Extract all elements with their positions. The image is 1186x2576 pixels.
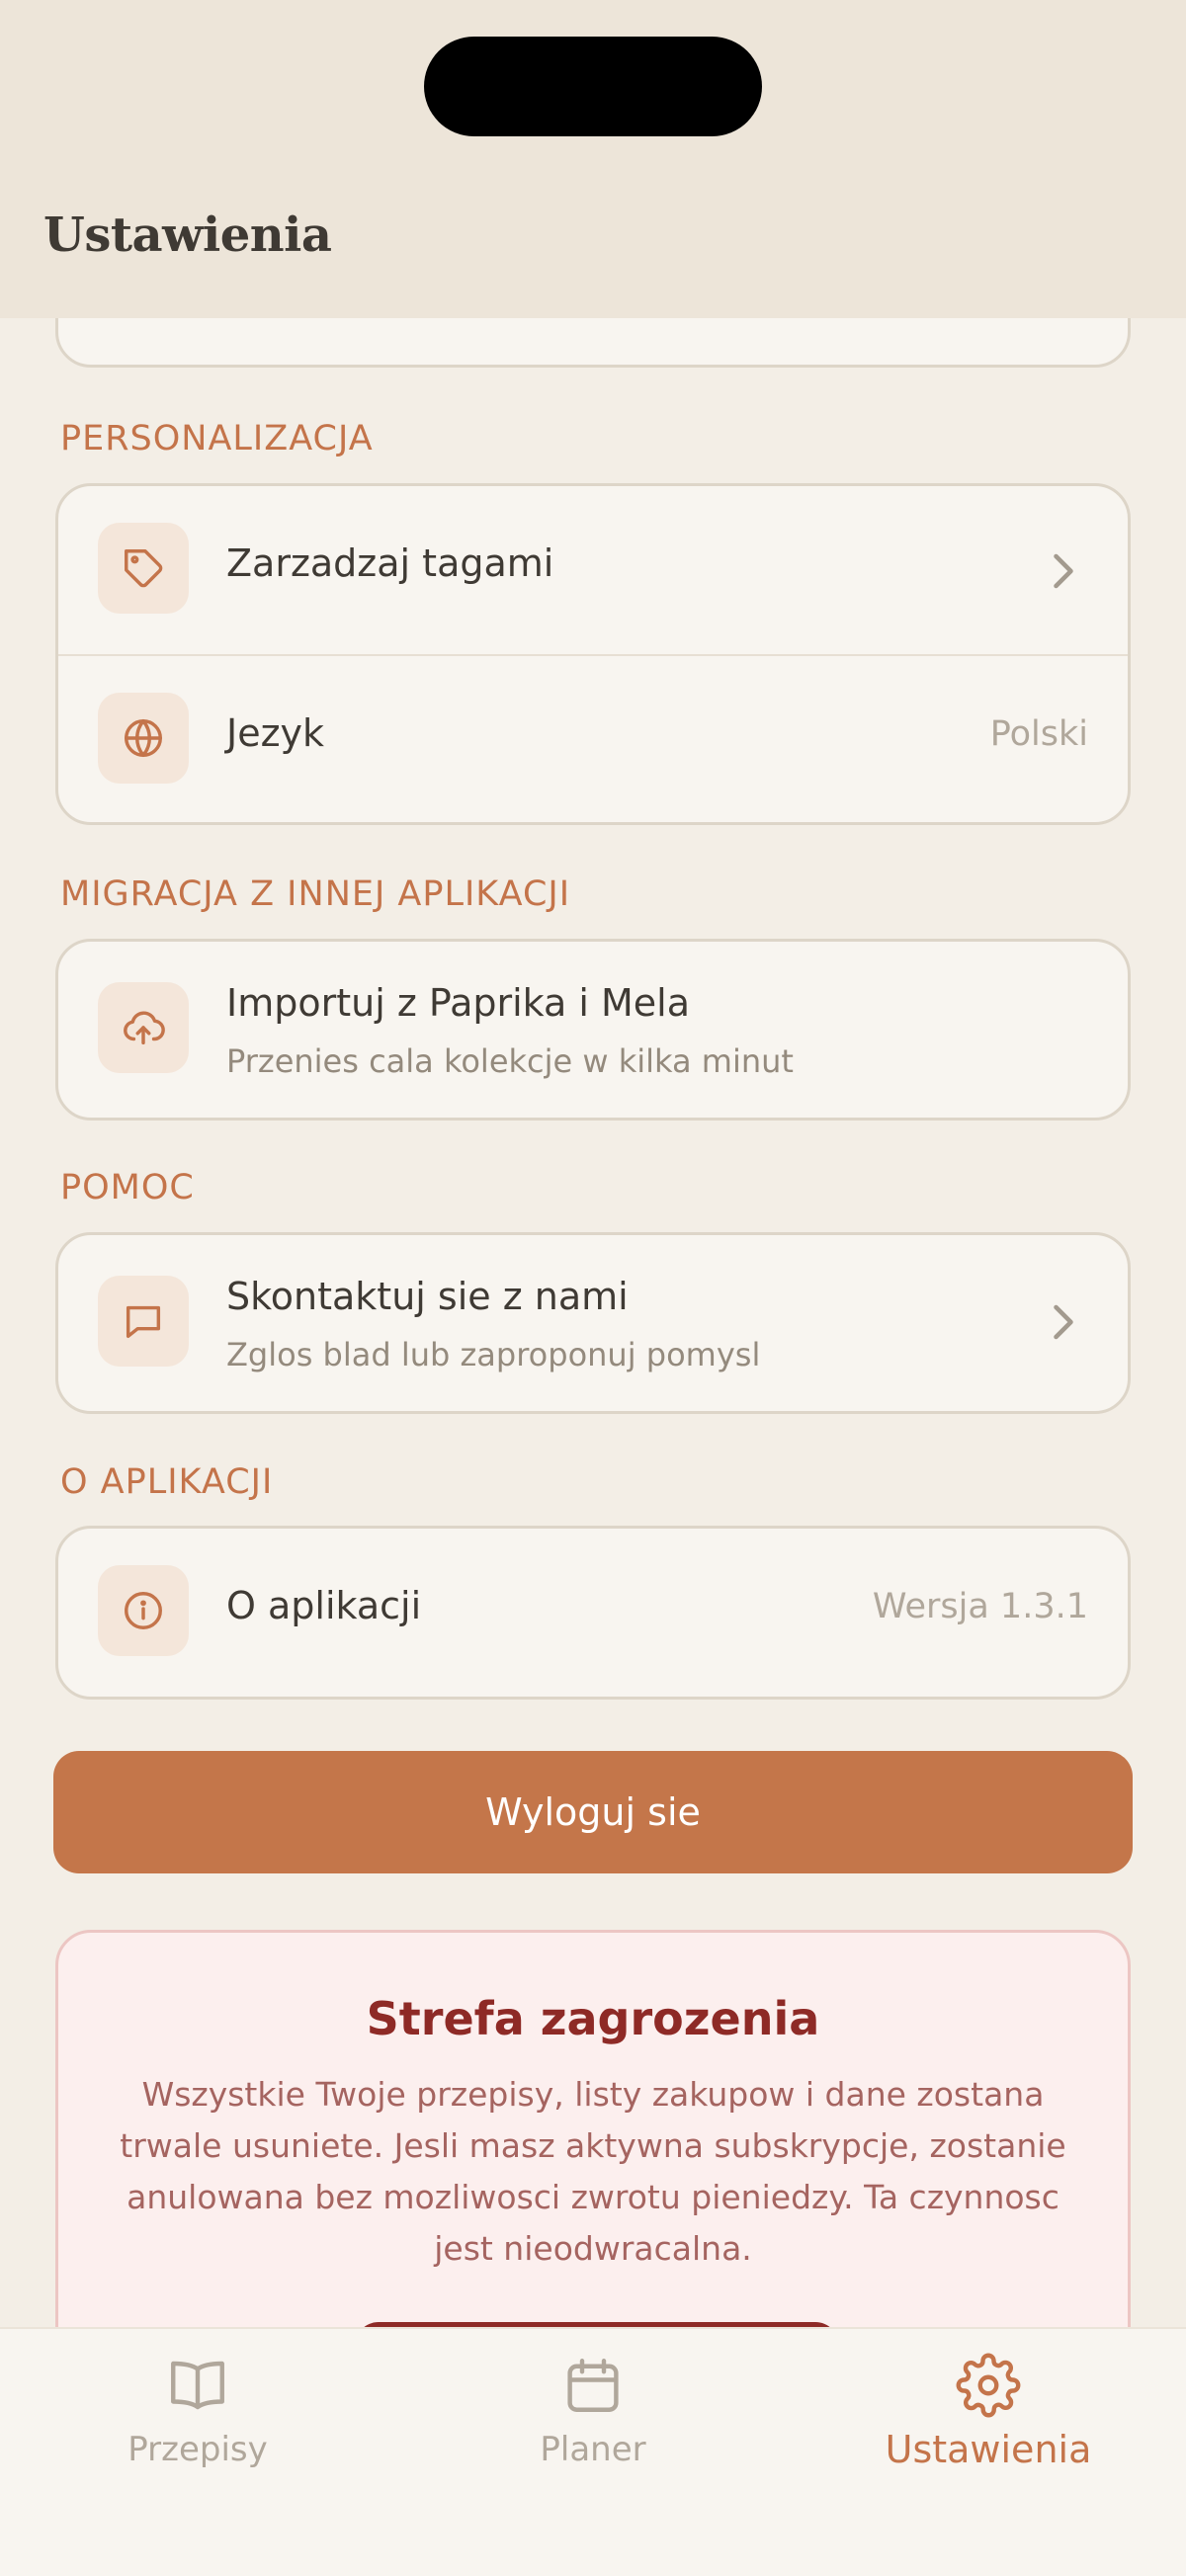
cloud-upload-icon (98, 982, 189, 1073)
calendar-icon (567, 2359, 619, 2412)
logout-button[interactable]: Wyloguj sie (53, 1751, 1133, 1873)
danger-zone-text: Wszystkie Twoje przepisy, listy zakupow … (120, 2075, 1066, 2268)
manage-tags-row[interactable]: Zarzadzaj tagami (58, 486, 1128, 654)
settings-scroll-content[interactable]: PERSONALIZACJA Zarzadzaj tagami Jezyk Po… (0, 0, 1186, 2576)
tag-icon (98, 523, 189, 614)
book-icon (171, 2361, 224, 2410)
contact-row[interactable]: Skontaktuj sie z nami Zglos blad lub zap… (58, 1235, 1128, 1411)
gear-icon (956, 2353, 1021, 2418)
import-subtitle: Przenies cala kolekcje w kilka minut (226, 1042, 794, 1080)
migration-card: Importuj z Paprika i Mela Przenies cala … (55, 939, 1131, 1121)
language-row[interactable]: Jezyk Polski (58, 654, 1128, 822)
section-label-about: O APLIKACJI (60, 1462, 274, 1502)
info-icon (98, 1565, 189, 1656)
about-title: O aplikacji (226, 1584, 422, 1627)
danger-zone-title: Strefa zagrozenia (366, 1992, 820, 2045)
globe-icon (98, 693, 189, 784)
help-card: Skontaktuj sie z nami Zglos blad lub zap… (55, 1232, 1131, 1414)
tab-planner[interactable]: Planer (395, 2329, 791, 2487)
version-value: Wersja 1.3.1 (872, 1587, 1088, 1626)
personalization-card: Zarzadzaj tagami Jezyk Polski (55, 483, 1131, 825)
about-card: O aplikacji Wersja 1.3.1 (55, 1526, 1131, 1700)
about-row[interactable]: O aplikacji Wersja 1.3.1 (58, 1529, 1128, 1697)
section-label-migration: MIGRACJA Z INNEJ APLIKACJI (60, 874, 571, 914)
dynamic-island (424, 37, 762, 136)
page-title: Ustawienia (43, 208, 332, 263)
contact-title: Skontaktuj sie z nami (226, 1275, 629, 1318)
tab-planner-label: Planer (540, 2430, 646, 2469)
chevron-right-icon (1054, 553, 1073, 589)
language-value: Polski (989, 714, 1088, 754)
import-row[interactable]: Importuj z Paprika i Mela Przenies cala … (58, 942, 1128, 1118)
chevron-right-icon (1054, 1304, 1073, 1340)
contact-subtitle: Zglos blad lub zaproponuj pomysl (226, 1336, 761, 1373)
section-label-help: POMOC (60, 1168, 195, 1207)
language-label: Jezyk (226, 711, 325, 755)
chat-icon (98, 1276, 189, 1367)
tab-settings[interactable]: Ustawienia (791, 2329, 1186, 2487)
tab-recipes[interactable]: Przepisy (0, 2329, 395, 2487)
tab-settings-label: Ustawienia (885, 2428, 1092, 2471)
import-title: Importuj z Paprika i Mela (226, 981, 691, 1025)
tab-bar: Przepisy Planer Ustawienia (0, 2327, 1186, 2576)
header: Ustawienia (0, 0, 1186, 318)
tab-recipes-label: Przepisy (127, 2430, 268, 2469)
manage-tags-label: Zarzadzaj tagami (226, 541, 554, 585)
section-label-personalization: PERSONALIZACJA (60, 419, 374, 458)
